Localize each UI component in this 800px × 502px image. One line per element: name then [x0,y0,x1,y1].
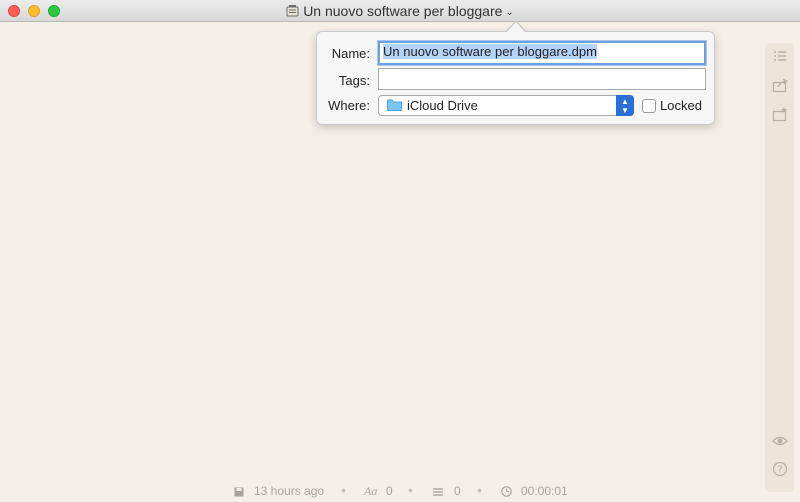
share-icon[interactable] [772,77,788,93]
where-select[interactable]: iCloud Drive ▲ ▼ [378,95,634,116]
export-star-icon[interactable] [772,106,788,122]
where-label: Where: [328,98,370,113]
writing-time: 00:00:01 [521,484,568,498]
save-popover: Name: Un nuovo software per bloggare.dpm… [316,31,715,125]
chevron-down-icon[interactable]: ⌄ [505,7,513,18]
separator-dot: • [341,482,346,498]
window-title-text: Un nuovo software per bloggare [303,3,503,19]
outline-list-icon[interactable] [772,48,788,64]
character-count-icon: Aa [364,484,378,498]
separator-dot: • [477,482,482,498]
right-sidebar: ? [765,43,794,492]
name-label: Name: [331,46,370,61]
name-field[interactable]: Un nuovo software per bloggare.dpm [378,41,706,65]
tags-field[interactable] [378,68,706,90]
character-count: 0 [386,484,393,498]
status-bar: 13 hours ago • Aa 0 • 0 • 00:00:01 [0,482,800,502]
clock-icon [501,486,512,497]
help-icon[interactable]: ? [772,461,788,477]
preview-eye-icon[interactable] [772,433,788,449]
last-saved-text: 13 hours ago [254,484,325,498]
window-title[interactable]: Un nuovo software per bloggare ⌄ [0,3,800,19]
typewriter-doc-icon [286,5,299,17]
separator-dot: • [408,482,413,498]
title-bar: Un nuovo software per bloggare ⌄ [0,0,800,22]
save-disk-icon [234,487,244,497]
name-field-value: Un nuovo software per bloggare.dpm [383,44,597,59]
svg-text:?: ? [777,465,782,476]
folder-icon [387,99,402,111]
tags-label: Tags: [338,73,370,88]
locked-label[interactable]: Locked [660,98,702,113]
select-stepper-icon: ▲ ▼ [616,95,634,116]
locked-checkbox[interactable] [642,99,656,113]
word-count-icon [433,488,443,496]
popover-arrow-fill [506,22,526,33]
word-count: 0 [454,484,461,498]
where-select-value: iCloud Drive [407,98,478,113]
